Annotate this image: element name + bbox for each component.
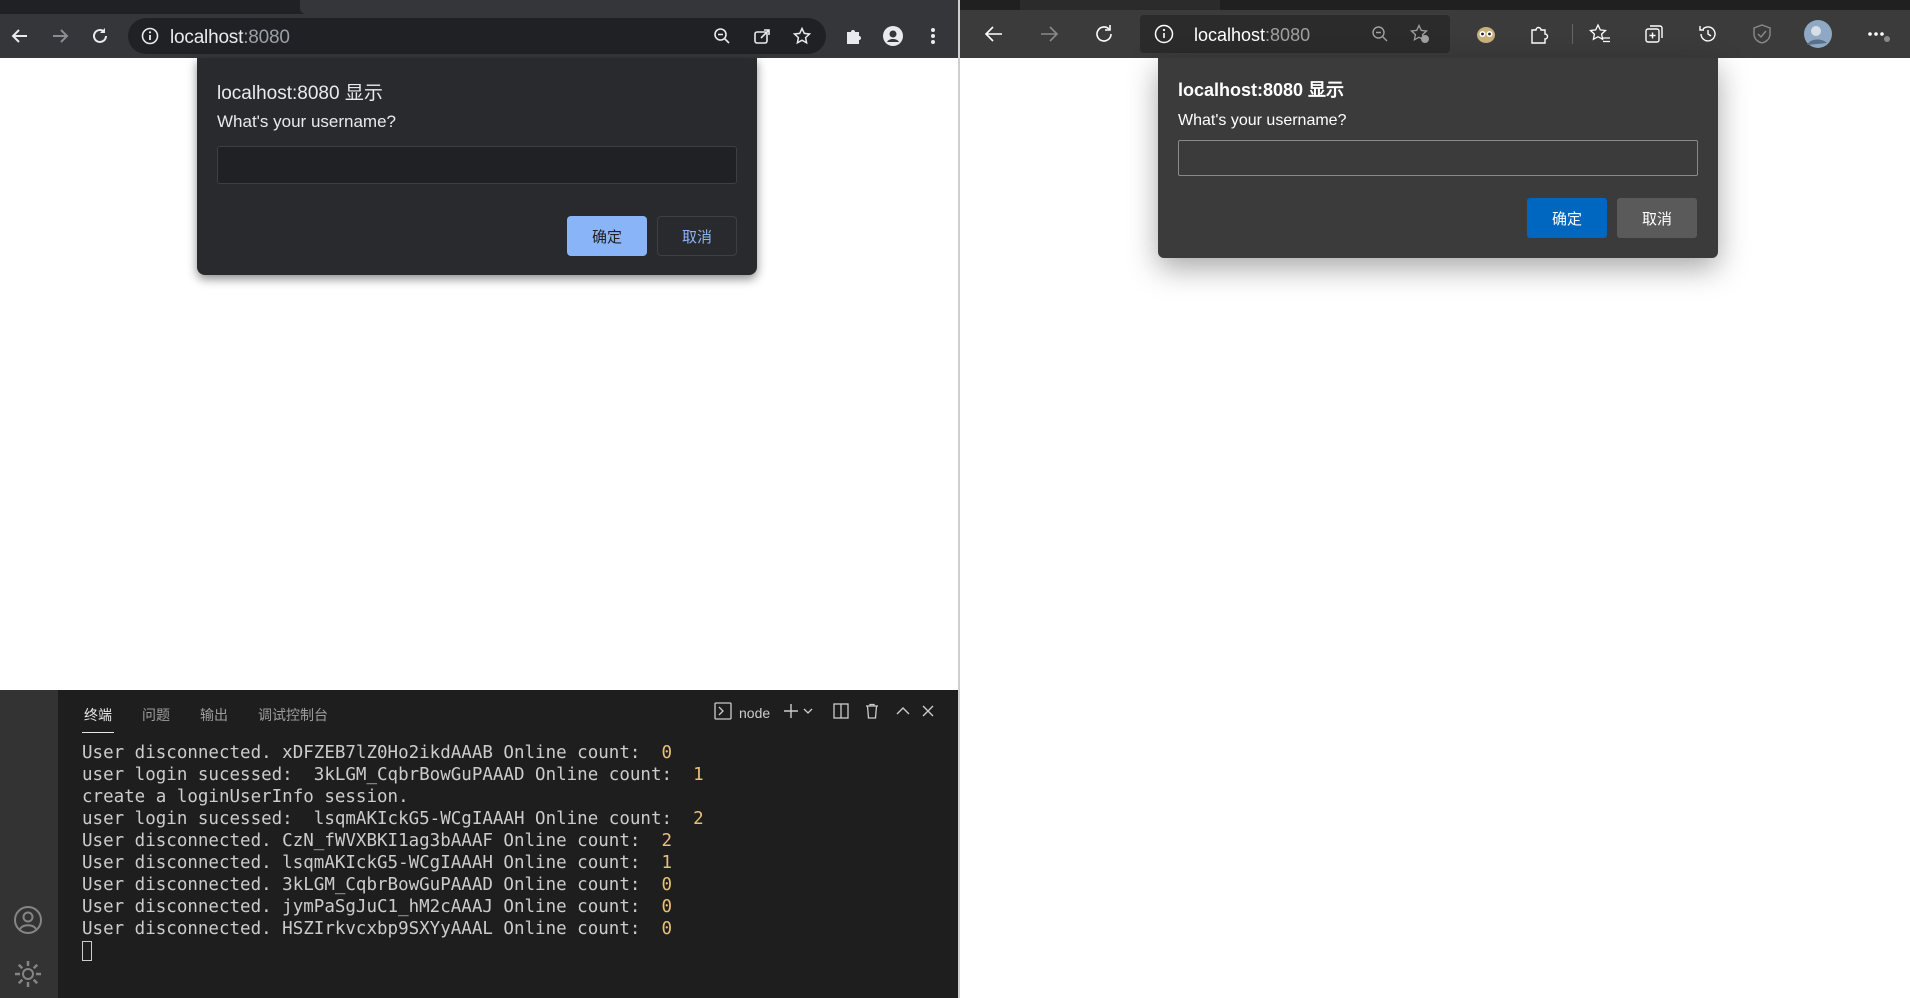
url-host: localhost — [170, 27, 244, 48]
forward-arrow-icon[interactable] — [46, 22, 74, 50]
edge-toolbar: localhost:8080 — [960, 10, 1910, 58]
bookmark-star-icon[interactable] — [788, 22, 816, 50]
new-terminal-plus-icon[interactable] — [780, 700, 802, 722]
toolbar-separator — [1572, 24, 1573, 44]
forward-arrow-icon[interactable] — [1035, 20, 1063, 48]
share-icon[interactable] — [748, 22, 776, 50]
terminal-line: User disconnected. jymPaSgJuC1_hM2cAAAJ … — [82, 896, 952, 918]
settings-gear-icon[interactable] — [12, 958, 44, 990]
chrome-window: localhost:8080 localhost:8080 显示 What's … — [0, 0, 958, 998]
terminal-output[interactable]: User disconnected. xDFZEB7lZ0Ho2ikdAAAB … — [82, 742, 952, 962]
url-port: :8080 — [1265, 25, 1311, 45]
zoom-icon[interactable] — [708, 22, 736, 50]
prompt-dialog: localhost:8080 显示 What's your username? … — [197, 58, 757, 275]
close-panel-icon[interactable] — [917, 700, 939, 722]
chevron-down-icon[interactable] — [800, 700, 816, 722]
reload-icon[interactable] — [1090, 20, 1118, 48]
terminal-prompt-line[interactable] — [82, 940, 952, 962]
chrome-active-tab[interactable] — [300, 0, 958, 14]
terminal-cursor — [82, 941, 92, 961]
maximize-chevron-up-icon[interactable] — [892, 700, 914, 722]
terminal-line: create a loginUserInfo session. — [82, 786, 952, 808]
online-count-value: 0 — [661, 743, 673, 763]
terminal-line-text: user login sucessed: lsqmAKIckG5-WCgIAAA… — [82, 809, 694, 829]
online-count-value: 2 — [693, 809, 704, 829]
edge-tab-strip — [960, 0, 1910, 10]
profile-avatar[interactable] — [1802, 18, 1834, 50]
ok-button[interactable]: 确定 — [1527, 198, 1607, 238]
collections-icon[interactable] — [1640, 20, 1668, 48]
panel-tab-bar: 终端 问题 输出 调试控制台 node — [58, 690, 958, 734]
terminal-line: user login sucessed: 3kLGM_CqbrBowGuPAAA… — [82, 764, 952, 786]
online-count-value: 1 — [693, 765, 704, 785]
back-arrow-icon[interactable] — [6, 22, 34, 50]
address-bar[interactable]: localhost:8080 — [1140, 15, 1450, 53]
more-menu-icon[interactable] — [919, 22, 947, 50]
favorites-icon[interactable] — [1586, 20, 1614, 48]
url-text: localhost:8080 — [170, 27, 290, 49]
edge-window: localhost:8080 localhost:8080 显示 What's … — [960, 0, 1910, 998]
tab-terminal[interactable]: 终端 — [82, 705, 114, 733]
online-count-value: 0 — [661, 897, 673, 917]
extension-owl-icon[interactable] — [1472, 20, 1500, 48]
terminal-line-text: user login sucessed: 3kLGM_CqbrBowGuPAAA… — [82, 765, 694, 785]
chrome-tab-strip — [0, 0, 958, 14]
terminal-line-text: User disconnected. HSZIrkvcxbp9SXYyAAAL … — [82, 919, 662, 939]
online-count-value: 2 — [661, 831, 673, 851]
terminal-line-text: User disconnected. xDFZEB7lZ0Ho2ikdAAAB … — [82, 743, 662, 763]
trash-icon[interactable] — [861, 700, 883, 722]
zoom-icon[interactable] — [1366, 20, 1394, 48]
tab-problems[interactable]: 问题 — [142, 705, 170, 725]
activity-bar — [0, 690, 58, 998]
dialog-message: What's your username? — [217, 112, 396, 131]
prompt-dialog: localhost:8080 显示 What's your username? … — [1158, 58, 1718, 258]
tab-debug-console[interactable]: 调试控制台 — [258, 705, 328, 725]
cancel-button[interactable]: 取消 — [657, 216, 737, 256]
info-icon[interactable] — [1150, 20, 1178, 48]
username-input[interactable] — [1178, 140, 1698, 176]
online-count-value: 0 — [661, 919, 673, 939]
terminal-line: User disconnected. HSZIrkvcxbp9SXYyAAAL … — [82, 918, 952, 940]
url-port: :8080 — [243, 27, 290, 48]
terminal-line-text: User disconnected. jymPaSgJuC1_hM2cAAAJ … — [82, 897, 662, 917]
terminal-icon — [712, 700, 734, 722]
terminal-line-text: create a loginUserInfo session. — [82, 787, 409, 807]
username-input[interactable] — [217, 146, 737, 184]
split-terminal-icon[interactable] — [830, 700, 852, 722]
terminal-line-text: User disconnected. CzN_fWVXBKI1ag3bAAAF … — [82, 831, 662, 851]
account-icon[interactable] — [12, 904, 44, 936]
settings-more-icon[interactable] — [1864, 20, 1892, 48]
address-bar[interactable]: localhost:8080 — [128, 18, 826, 54]
ok-button[interactable]: 确定 — [567, 216, 647, 256]
info-icon[interactable] — [136, 22, 164, 50]
terminal-line: User disconnected. lsqmAKIckG5-WCgIAAAH … — [82, 852, 952, 874]
dialog-title: localhost:8080 显示 — [217, 83, 383, 104]
terminal-name[interactable]: node — [739, 705, 770, 721]
add-favorite-icon[interactable] — [1406, 20, 1434, 48]
extensions-puzzle-icon[interactable] — [840, 22, 868, 50]
history-icon[interactable] — [1694, 20, 1722, 48]
dialog-title: localhost:8080 显示 — [1178, 80, 1345, 100]
chrome-toolbar: localhost:8080 — [0, 14, 958, 58]
url-text: localhost:8080 — [1194, 25, 1310, 46]
back-arrow-icon[interactable] — [980, 20, 1008, 48]
terminal-line: user login sucessed: lsqmAKIckG5-WCgIAAA… — [82, 808, 952, 830]
tab-output[interactable]: 输出 — [200, 705, 228, 725]
profile-avatar-icon[interactable] — [879, 22, 907, 50]
reload-icon[interactable] — [86, 22, 114, 50]
dialog-message: What's your username? — [1178, 112, 1347, 129]
cancel-button[interactable]: 取消 — [1617, 198, 1697, 238]
terminal-line-text: User disconnected. 3kLGM_CqbrBowGuPAAAD … — [82, 875, 662, 895]
terminal-line: User disconnected. CzN_fWVXBKI1ag3bAAAF … — [82, 830, 952, 852]
terminal-line: User disconnected. 3kLGM_CqbrBowGuPAAAD … — [82, 874, 952, 896]
online-count-value: 1 — [661, 853, 673, 873]
online-count-value: 0 — [661, 875, 673, 895]
terminal-line: User disconnected. xDFZEB7lZ0Ho2ikdAAAB … — [82, 742, 952, 764]
performance-icon[interactable] — [1748, 20, 1776, 48]
url-host: localhost — [1194, 25, 1266, 45]
terminal-line-text: User disconnected. lsqmAKIckG5-WCgIAAAH … — [82, 853, 662, 873]
edge-tab[interactable] — [1020, 0, 1220, 10]
extensions-puzzle-icon[interactable] — [1526, 20, 1554, 48]
vscode-panel: 终端 问题 输出 调试控制台 node User disconnected. x… — [0, 690, 958, 998]
